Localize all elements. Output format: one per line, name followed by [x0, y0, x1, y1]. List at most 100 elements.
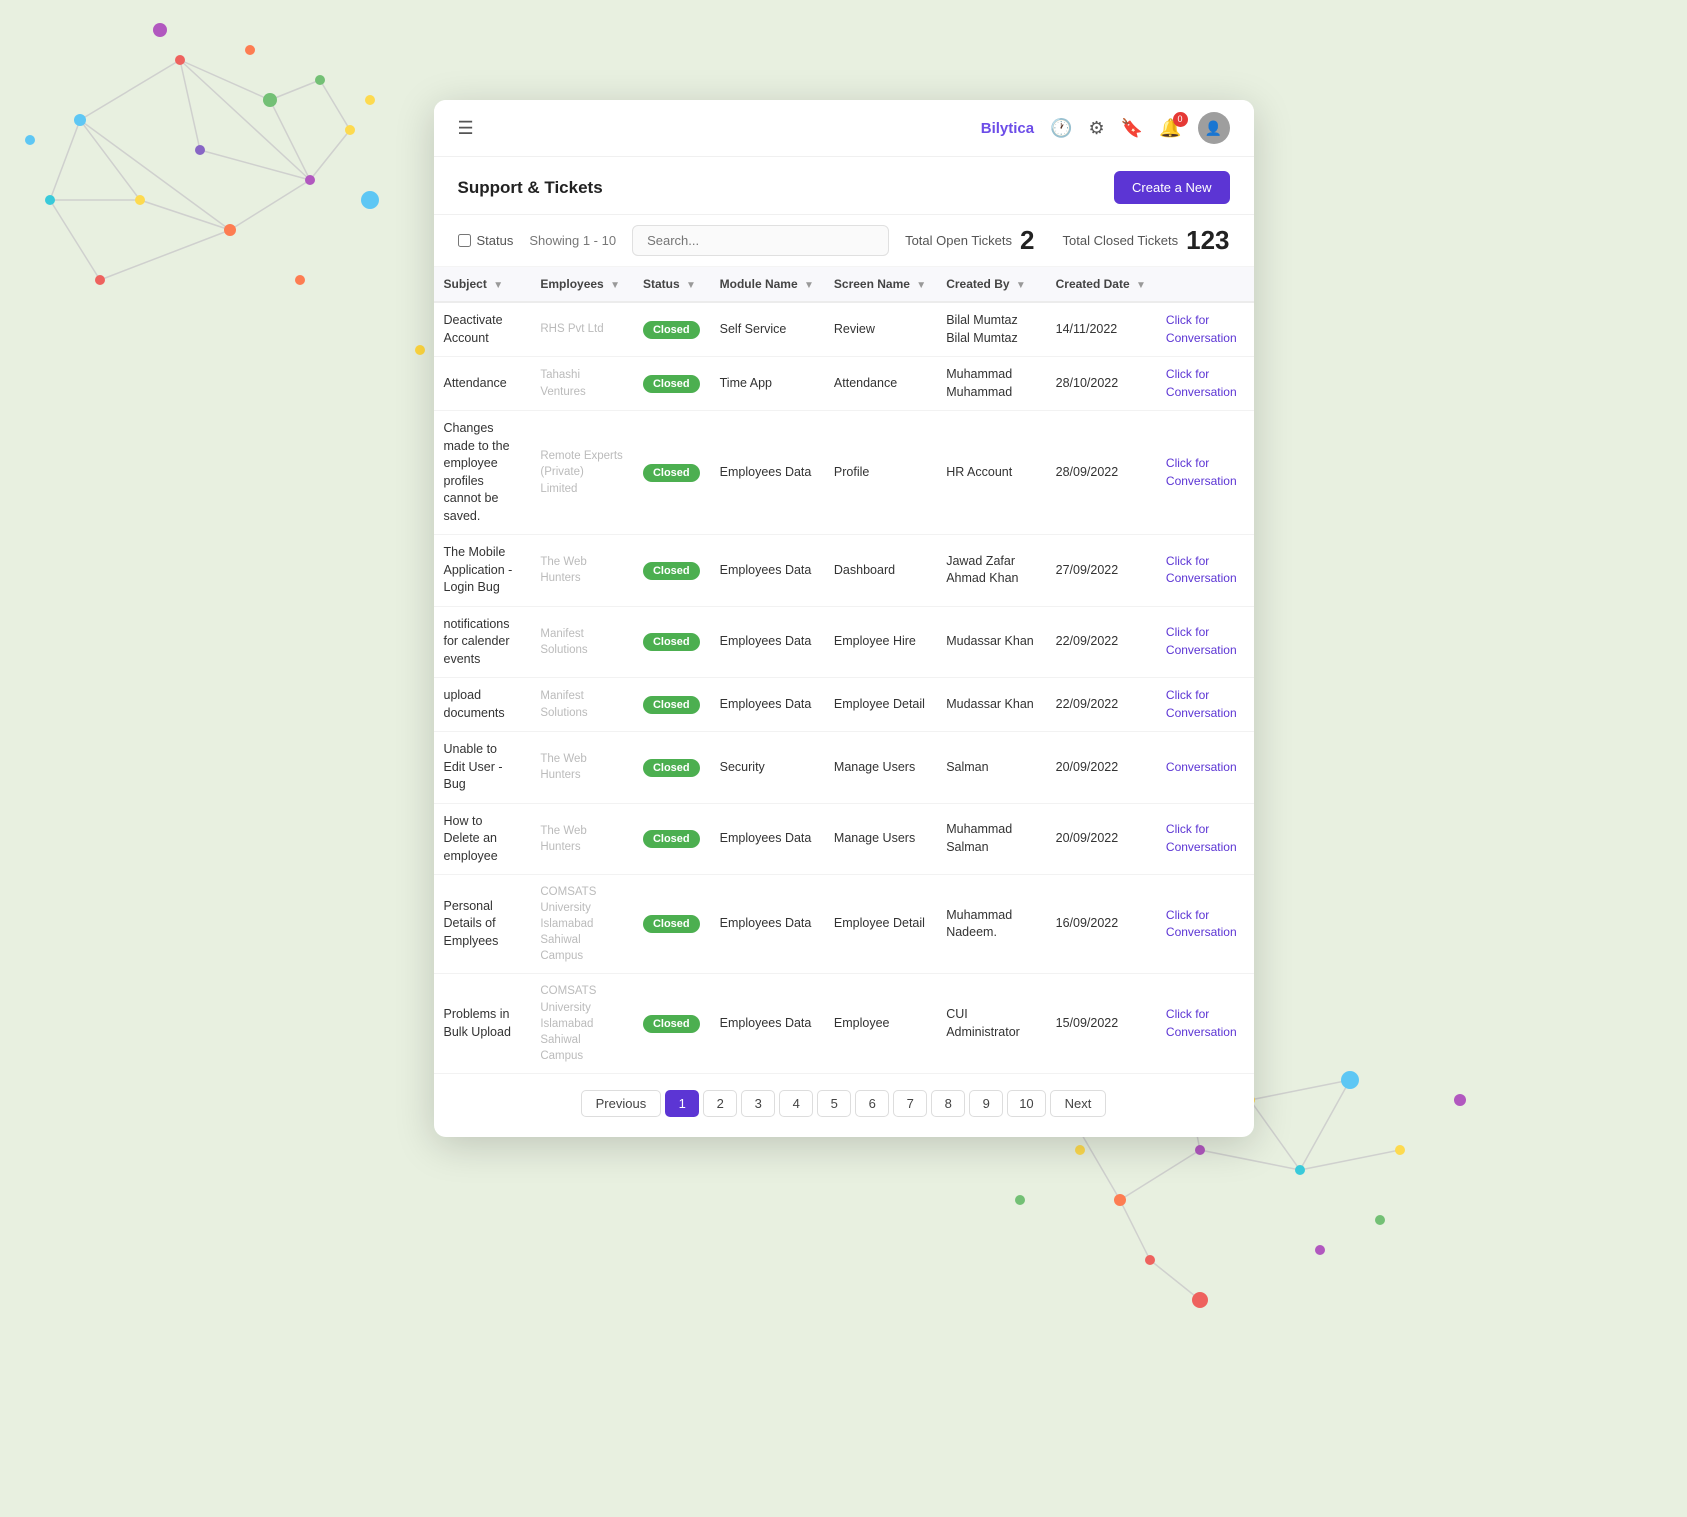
cell-conv[interactable]: Conversation: [1156, 732, 1254, 804]
conversation-link: Click for Conversation: [1166, 908, 1237, 940]
page-button-7[interactable]: 7: [893, 1090, 927, 1117]
cell-employees: Manifest Solutions: [530, 678, 633, 732]
col-created-by[interactable]: Created By ▼: [936, 267, 1045, 302]
page-button-4[interactable]: 4: [779, 1090, 813, 1117]
showing-label: Showing 1 - 10: [529, 233, 616, 248]
conversation-link: Click for Conversation: [1166, 554, 1237, 586]
cell-employees: COMSATS University Islamabad Sahiwal Cam…: [530, 875, 633, 974]
page-button-1[interactable]: 1: [665, 1090, 699, 1117]
cell-conv[interactable]: Click for Conversation: [1156, 974, 1254, 1073]
col-created-date[interactable]: Created Date ▼: [1046, 267, 1156, 302]
page-title: Support & Tickets: [458, 178, 1115, 198]
pagination: Previous12345678910Next: [434, 1074, 1254, 1137]
cell-module: Employees Data: [710, 411, 824, 535]
table-body: Deactivate Account RHS Pvt Ltd Closed Se…: [434, 302, 1254, 1073]
table-row: Personal Details of Emplyees COMSATS Uni…: [434, 875, 1254, 974]
cell-date: 15/09/2022: [1046, 974, 1156, 1073]
next-button[interactable]: Next: [1050, 1090, 1107, 1117]
cell-date: 22/09/2022: [1046, 678, 1156, 732]
cell-status: Closed: [633, 411, 710, 535]
cell-created-by: Mudassar Khan: [936, 678, 1045, 732]
col-subject[interactable]: Subject ▼: [434, 267, 531, 302]
cell-subject: Unable to Edit User - Bug: [434, 732, 531, 804]
bookmark-icon[interactable]: 🔖: [1121, 118, 1143, 139]
gear-icon[interactable]: ⚙: [1089, 118, 1105, 139]
status-badge: Closed: [643, 633, 700, 651]
page-button-5[interactable]: 5: [817, 1090, 851, 1117]
cell-date: 20/09/2022: [1046, 732, 1156, 804]
table-row: upload documents Manifest Solutions Clos…: [434, 678, 1254, 732]
cell-conv[interactable]: Click for Conversation: [1156, 606, 1254, 678]
table-row: Changes made to the employee profiles ca…: [434, 411, 1254, 535]
cell-screen: Employee Hire: [824, 606, 936, 678]
cell-conv[interactable]: Click for Conversation: [1156, 357, 1254, 411]
hamburger-icon[interactable]: ☰: [458, 118, 474, 139]
page-button-2[interactable]: 2: [703, 1090, 737, 1117]
cell-module: Security: [710, 732, 824, 804]
tickets-table-wrap: Subject ▼ Employees ▼ Status ▼ Module Na…: [434, 267, 1254, 1074]
status-badge: Closed: [643, 830, 700, 848]
search-input[interactable]: [632, 225, 889, 256]
cell-date: 27/09/2022: [1046, 535, 1156, 607]
status-checkbox-label[interactable]: Status: [458, 233, 514, 248]
cell-module: Employees Data: [710, 803, 824, 875]
cell-conv[interactable]: Click for Conversation: [1156, 678, 1254, 732]
cell-employees: RHS Pvt Ltd: [530, 302, 633, 357]
cell-employees: The Web Hunters: [530, 803, 633, 875]
cell-status: Closed: [633, 535, 710, 607]
page-button-6[interactable]: 6: [855, 1090, 889, 1117]
cell-module: Employees Data: [710, 974, 824, 1073]
page-button-10[interactable]: 10: [1007, 1090, 1045, 1117]
cell-conv[interactable]: Click for Conversation: [1156, 535, 1254, 607]
closed-tickets-count: 123: [1186, 225, 1229, 256]
tickets-table: Subject ▼ Employees ▼ Status ▼ Module Na…: [434, 267, 1254, 1074]
notification-icon[interactable]: 🔔 0: [1159, 118, 1181, 139]
cell-employees: Manifest Solutions: [530, 606, 633, 678]
col-employees[interactable]: Employees ▼: [530, 267, 633, 302]
cell-status: Closed: [633, 678, 710, 732]
cell-module: Employees Data: [710, 535, 824, 607]
status-badge: Closed: [643, 759, 700, 777]
cell-screen: Review: [824, 302, 936, 357]
status-badge: Closed: [643, 464, 700, 482]
cell-conv[interactable]: Click for Conversation: [1156, 803, 1254, 875]
conversation-link: Click for Conversation: [1166, 1007, 1237, 1039]
cell-created-by: Mudassar Khan: [936, 606, 1045, 678]
cell-status: Closed: [633, 875, 710, 974]
create-new-button[interactable]: Create a New: [1114, 171, 1229, 204]
cell-conv[interactable]: Click for Conversation: [1156, 411, 1254, 535]
cell-conv[interactable]: Click for Conversation: [1156, 875, 1254, 974]
col-status[interactable]: Status ▼: [633, 267, 710, 302]
col-module[interactable]: Module Name ▼: [710, 267, 824, 302]
cell-status: Closed: [633, 974, 710, 1073]
navbar: ☰ Bilytica 🕐 ⚙ 🔖 🔔 0 👤: [434, 100, 1254, 157]
cell-screen: Manage Users: [824, 732, 936, 804]
page-button-3[interactable]: 3: [741, 1090, 775, 1117]
status-badge: Closed: [643, 321, 700, 339]
cell-screen: Attendance: [824, 357, 936, 411]
cell-conv[interactable]: Click for Conversation: [1156, 302, 1254, 357]
cell-subject: Attendance: [434, 357, 531, 411]
cell-module: Self Service: [710, 302, 824, 357]
cell-status: Closed: [633, 302, 710, 357]
avatar[interactable]: 👤: [1198, 112, 1230, 144]
page-button-8[interactable]: 8: [931, 1090, 965, 1117]
closed-tickets-label: Total Closed Tickets: [1063, 233, 1179, 248]
navbar-left: ☰: [458, 118, 474, 139]
page-button-9[interactable]: 9: [969, 1090, 1003, 1117]
status-checkbox[interactable]: [458, 234, 471, 247]
cell-created-by: Salman: [936, 732, 1045, 804]
clock-icon[interactable]: 🕐: [1050, 118, 1072, 139]
col-screen[interactable]: Screen Name ▼: [824, 267, 936, 302]
cell-employees: Tahashi Ventures: [530, 357, 633, 411]
cell-module: Employees Data: [710, 606, 824, 678]
cell-screen: Employee Detail: [824, 875, 936, 974]
conversation-link: Click for Conversation: [1166, 367, 1237, 399]
prev-button[interactable]: Previous: [581, 1090, 662, 1117]
cell-employees: The Web Hunters: [530, 535, 633, 607]
open-tickets-label: Total Open Tickets: [905, 233, 1012, 248]
cell-created-by: CUI Administrator: [936, 974, 1045, 1073]
cell-subject: The Mobile Application - Login Bug: [434, 535, 531, 607]
cell-screen: Profile: [824, 411, 936, 535]
cell-screen: Employee Detail: [824, 678, 936, 732]
